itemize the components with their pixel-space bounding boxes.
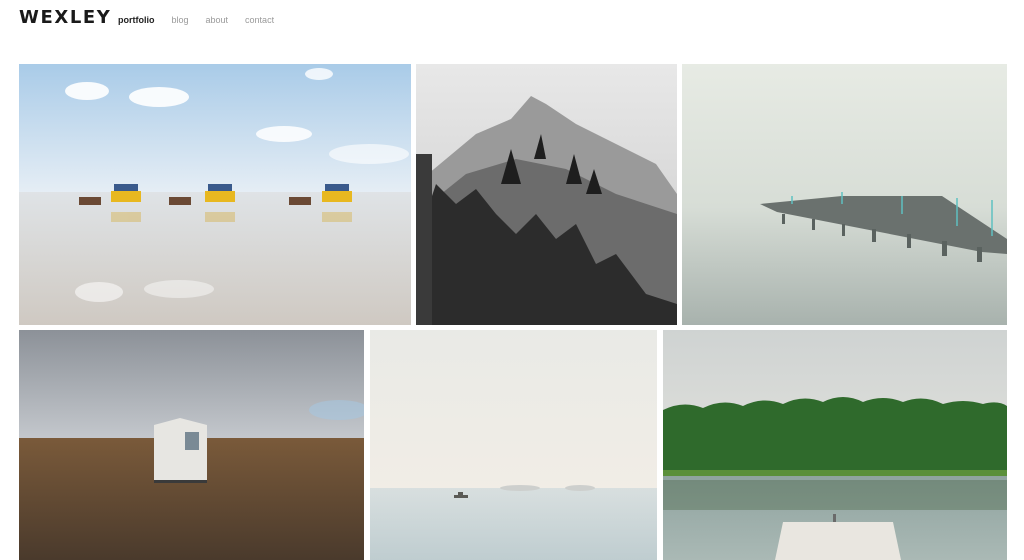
photo-pier-in-fog[interactable]: [682, 64, 1007, 325]
site-logo[interactable]: WEXLEY: [19, 8, 111, 28]
nav-link-blog[interactable]: blog: [172, 14, 189, 26]
photo-horse-carriages-on-beach[interactable]: [19, 64, 411, 325]
site-header: WEXLEY portfolio blog about contact: [0, 0, 1024, 40]
photo-boat-on-misty-sea[interactable]: [370, 330, 657, 560]
photo-boat-misty-sea-image: [370, 330, 657, 560]
photo-mountain-cliff-image: [416, 64, 677, 325]
photo-white-hut-image: [19, 330, 364, 560]
photo-pier-fog-image: [682, 64, 1007, 325]
photo-horse-carriages-image: [19, 64, 411, 325]
photo-forest-lake-with-dock[interactable]: [663, 330, 1007, 560]
main-nav: portfolio blog about contact: [118, 14, 291, 26]
photo-white-hut-on-tundra[interactable]: [19, 330, 364, 560]
photo-mountain-cliff-bw[interactable]: [416, 64, 677, 325]
photo-forest-lake-image: [663, 330, 1007, 560]
nav-link-portfolio[interactable]: portfolio: [118, 14, 155, 26]
nav-link-about[interactable]: about: [206, 14, 229, 26]
nav-link-contact[interactable]: contact: [245, 14, 274, 26]
